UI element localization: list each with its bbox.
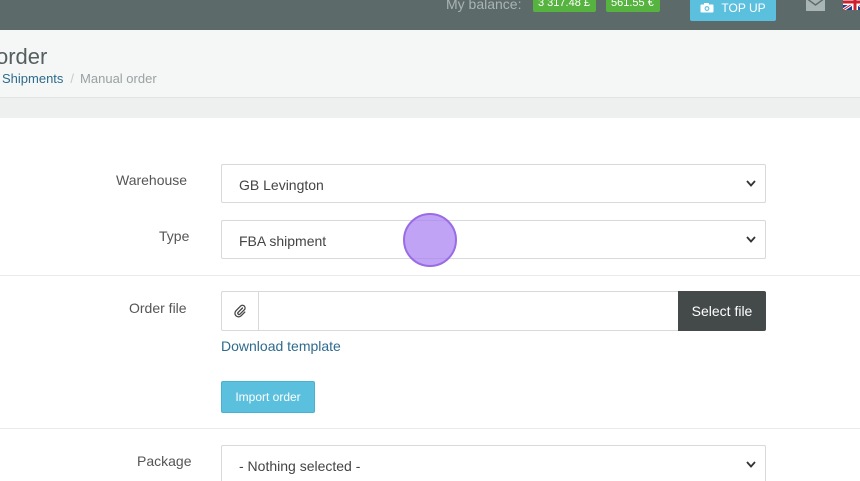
balance-label: My balance: bbox=[446, 0, 522, 12]
warehouse-value: GB Levington bbox=[239, 177, 324, 193]
paperclip-icon bbox=[234, 304, 246, 318]
top-up-button[interactable]: TOP UP bbox=[690, 0, 776, 21]
camera-icon bbox=[700, 2, 714, 12]
file-addon bbox=[221, 291, 259, 331]
section-divider bbox=[0, 428, 860, 429]
order-file-label: Order file bbox=[129, 300, 187, 316]
select-file-button[interactable]: Select file bbox=[678, 291, 766, 331]
warehouse-select[interactable]: GB Levington bbox=[221, 164, 766, 203]
balance-gbp-badge: 3 317.48 £ bbox=[533, 0, 596, 12]
top-bar: My balance: 3 317.48 £ 561.55 € TOP UP bbox=[0, 0, 860, 30]
order-file-group: Select file bbox=[221, 291, 766, 331]
breadcrumb-shipments-link[interactable]: Shipments bbox=[2, 71, 63, 86]
breadcrumb: Shipments / Manual order bbox=[2, 71, 157, 86]
package-label: Package bbox=[137, 453, 192, 469]
warehouse-label: Warehouse bbox=[116, 172, 188, 188]
top-up-label: TOP UP bbox=[721, 0, 766, 15]
chevron-down-icon bbox=[746, 180, 756, 187]
chevron-down-icon bbox=[746, 461, 756, 468]
uk-flag-icon[interactable] bbox=[843, 0, 860, 10]
download-template-link[interactable]: Download template bbox=[221, 338, 341, 354]
chevron-down-icon bbox=[746, 236, 756, 243]
section-divider bbox=[0, 275, 860, 276]
package-select[interactable]: - Nothing selected - bbox=[221, 445, 766, 481]
balance-eur-badge: 561.55 € bbox=[606, 0, 660, 12]
breadcrumb-separator: / bbox=[70, 71, 75, 86]
mail-icon[interactable] bbox=[806, 0, 825, 11]
breadcrumb-current: Manual order bbox=[80, 71, 157, 86]
page-title: order bbox=[0, 44, 48, 69]
header-gap bbox=[0, 98, 860, 118]
cursor-highlight bbox=[403, 213, 457, 267]
type-label: Type bbox=[159, 228, 190, 244]
import-order-button[interactable]: Import order bbox=[221, 381, 315, 413]
order-file-input[interactable] bbox=[258, 291, 679, 331]
page-header: order Shipments / Manual order bbox=[0, 30, 860, 98]
type-value: FBA shipment bbox=[239, 233, 327, 249]
type-select[interactable]: FBA shipment bbox=[221, 220, 766, 259]
package-value: - Nothing selected - bbox=[239, 458, 361, 474]
